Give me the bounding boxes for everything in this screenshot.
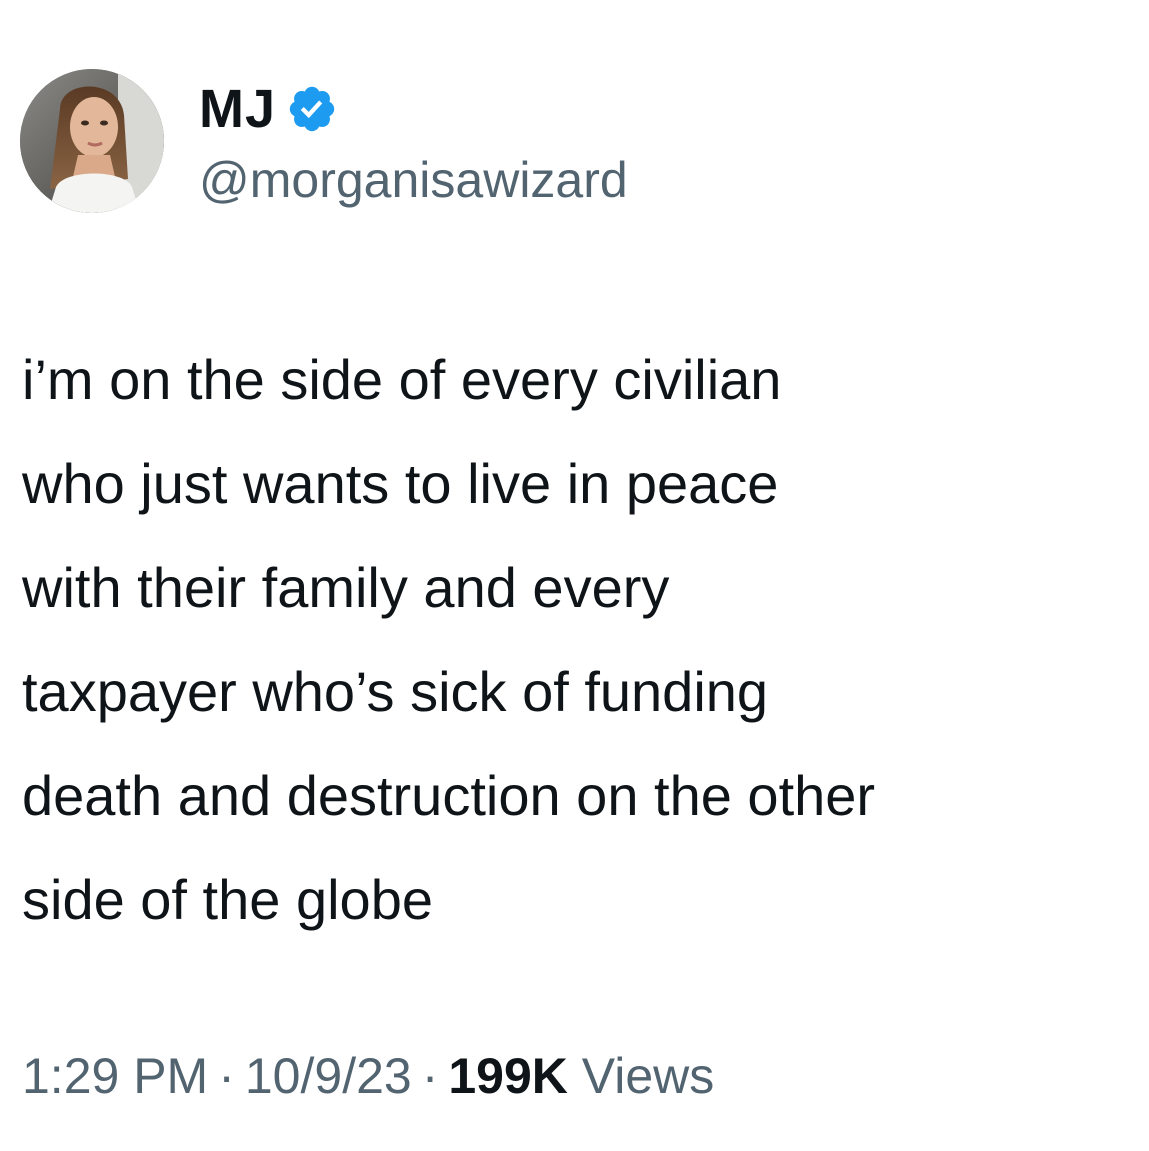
name-row: MJ xyxy=(199,77,628,141)
tweet-date[interactable]: 10/9/23 xyxy=(245,1048,412,1104)
avatar[interactable] xyxy=(20,69,164,213)
author-handle[interactable]: @morganisawizard xyxy=(199,155,628,205)
display-name[interactable]: MJ xyxy=(199,82,276,136)
views-count: 199K xyxy=(448,1048,568,1104)
verified-badge-icon xyxy=(286,83,338,135)
tweet-header: MJ @morganisawizard xyxy=(20,68,628,214)
tweet: MJ @morganisawizard i’m on the side of e… xyxy=(0,0,1149,1151)
tweet-text: i’m on the side of every civilian who ju… xyxy=(22,348,876,931)
author-identity: MJ @morganisawizard xyxy=(199,77,628,205)
profile-photo-icon xyxy=(20,69,164,213)
separator: · xyxy=(421,1048,439,1104)
views-label: Views xyxy=(581,1048,715,1104)
tweet-metadata: 1:29 PM · 10/9/23 · 199K Views xyxy=(22,1036,714,1116)
tweet-time[interactable]: 1:29 PM xyxy=(22,1048,208,1104)
separator: · xyxy=(218,1048,235,1104)
